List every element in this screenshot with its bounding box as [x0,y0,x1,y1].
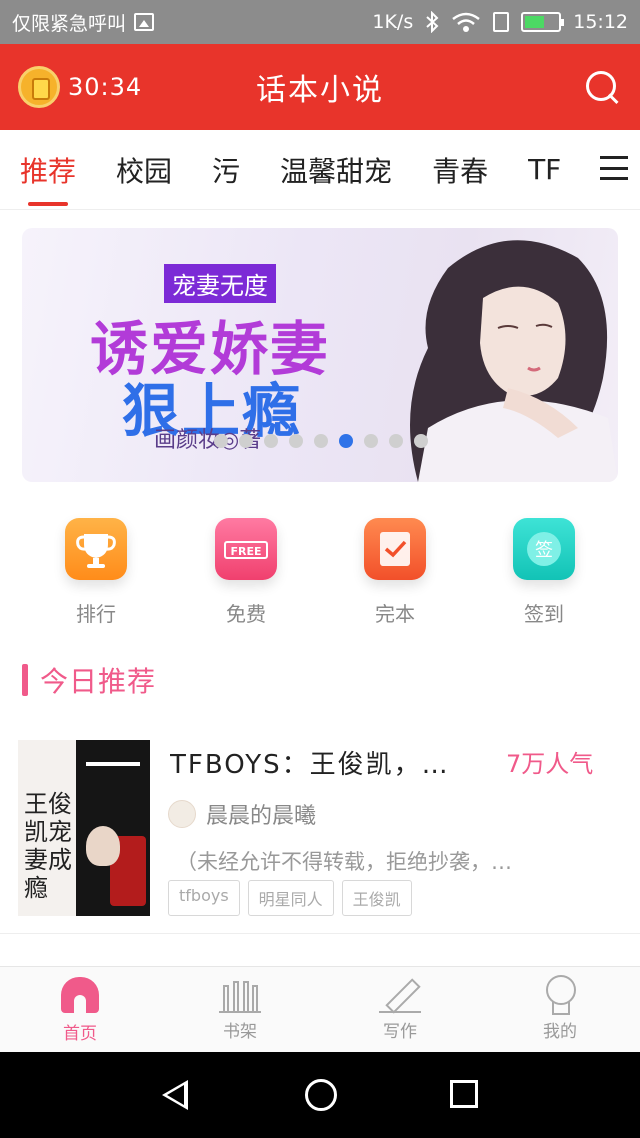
carousel-dot[interactable] [339,434,353,448]
search-icon[interactable] [582,67,622,107]
category-tabs: 推荐 校园 污 温馨甜宠 青春 TF [0,130,640,210]
banner-tag: 宠妻无度 [164,264,276,303]
free-icon-text: FREE [230,545,261,558]
sign-icon: 签 [513,518,575,580]
image-icon [134,13,155,31]
battery-icon [521,12,565,32]
quick-label: 排行 [76,602,116,626]
carousel-dot[interactable] [364,434,378,448]
quick-label: 完本 [375,602,415,626]
clock: 15:12 [573,11,628,33]
book-tags: tfboys 明星同人 王俊凯 [168,880,412,916]
nav-label: 我的 [543,1022,577,1042]
book-cover[interactable]: 王俊凯宠妻成瘾 [18,740,150,916]
tag-tfboys[interactable]: tfboys [168,880,240,916]
quick-item-free[interactable]: FREE 免费 [186,512,306,627]
free-icon: FREE [215,518,277,580]
quick-menu: 排行 FREE 免费 完本 签 签到 [0,512,640,632]
quick-item-sign-in[interactable]: 签 签到 [484,512,604,627]
book-item[interactable]: 王俊凯宠妻成瘾 TFBOYS：王俊凯，… 7万人气 晨晨的晨曦 （未经允许不得转… [0,730,640,934]
carousel-dot[interactable] [314,434,328,448]
author-name: 晨晨的晨曦 [206,804,317,829]
carousel-dot[interactable] [239,434,253,448]
system-nav-bar [0,1052,640,1138]
menu-icon[interactable] [600,156,628,180]
section-title: 今日推荐 [40,665,157,698]
book-popularity: 7万人气 [506,750,594,778]
tab-sweet-romance[interactable]: 温馨甜宠 [280,130,392,210]
nav-home[interactable]: 首页 [0,967,160,1052]
network-speed: 1K/s [372,11,414,33]
sign-icon-text: 签 [535,540,553,561]
tab-campus[interactable]: 校园 [116,130,172,210]
quick-label: 免费 [226,602,266,626]
tab-youth[interactable]: 青春 [432,130,488,210]
recents-icon[interactable] [450,1080,478,1108]
carrier-text: 仅限紧急呼叫 [12,12,127,35]
book-description: （未经允许不得转载，拒绝抄袭，… [176,850,512,874]
carousel-dot[interactable] [289,434,303,448]
tag-wang-junkai[interactable]: 王俊凯 [341,880,412,916]
check-icon [364,518,426,580]
reading-timer: 30:34 [68,73,143,101]
back-icon[interactable] [162,1080,188,1110]
nav-label: 首页 [63,1024,97,1044]
pen-icon [379,975,421,1015]
tab-tf[interactable]: TF [528,130,561,210]
book-title[interactable]: TFBOYS：王俊凯，… [170,744,490,781]
trophy-icon [65,518,127,580]
carousel-dot[interactable] [214,434,228,448]
section-header: 今日推荐 [22,660,156,700]
author-row: 晨晨的晨曦 [168,798,316,830]
nav-label: 书架 [223,1022,257,1042]
carousel-dot[interactable] [389,434,403,448]
tab-wu[interactable]: 污 [212,130,240,210]
nav-label: 写作 [383,1022,417,1042]
nav-profile[interactable]: 我的 [480,967,640,1052]
profile-icon [539,975,581,1015]
carousel-dots [214,434,428,448]
timer-icon[interactable] [18,66,60,108]
tab-recommend[interactable]: 推荐 [20,130,76,210]
quick-item-complete[interactable]: 完本 [335,512,455,627]
wifi-icon [452,12,480,32]
quick-label: 签到 [524,602,564,626]
status-bar: 仅限紧急呼叫 1K/s 15:12 [0,0,640,44]
author-avatar [168,800,196,828]
sim-icon [493,12,510,32]
tag-celebrity-fanfic[interactable]: 明星同人 [247,880,334,916]
app-header: 30:34 话本小说 [0,44,640,130]
home-button-icon[interactable] [305,1079,337,1111]
cover-text: 王俊凯宠妻成瘾 [24,790,72,902]
carousel-dot[interactable] [264,434,278,448]
bottom-nav: 首页 书架 写作 我的 [0,966,640,1052]
bookshelf-icon [219,975,261,1015]
promo-banner[interactable]: 宠妻无度 诱爱娇妻 狠上瘾 画颜妆◎著 [22,228,618,482]
nav-bookshelf[interactable]: 书架 [160,967,320,1052]
nav-write[interactable]: 写作 [320,967,480,1052]
quick-item-rank[interactable]: 排行 [36,512,156,627]
carousel-dot[interactable] [414,434,428,448]
bluetooth-icon [426,11,439,33]
home-icon [59,977,101,1017]
section-marker [22,664,28,696]
